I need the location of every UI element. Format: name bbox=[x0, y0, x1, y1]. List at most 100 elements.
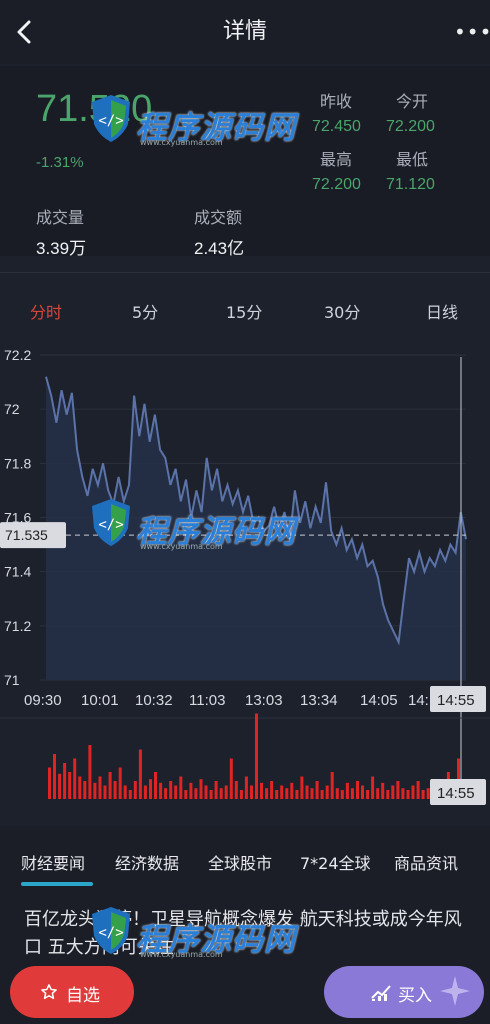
volume-bar bbox=[356, 781, 359, 799]
tab-5min[interactable]: 5分 bbox=[132, 299, 158, 323]
volume-bar bbox=[285, 788, 289, 799]
add-favorite-button[interactable]: 自选 bbox=[10, 966, 134, 1018]
volume-bar bbox=[229, 758, 233, 799]
y-tick-label: 71 bbox=[4, 672, 20, 688]
tab-intraday[interactable]: 分时 bbox=[30, 299, 62, 323]
volume-bar bbox=[401, 788, 405, 799]
tab-30min[interactable]: 30分 bbox=[324, 299, 360, 323]
low-label: 最低 bbox=[396, 150, 429, 169]
x-tick-label: 11:03 bbox=[189, 692, 225, 709]
volume-bar bbox=[290, 782, 294, 799]
y-tick-label: 71.2 bbox=[4, 618, 31, 634]
top-bar: 详情 ••• bbox=[0, 0, 490, 64]
volume-bar bbox=[396, 781, 400, 799]
price-area bbox=[46, 376, 466, 680]
volume-bar bbox=[58, 773, 62, 799]
x-tick-label: 13:34 bbox=[300, 692, 338, 709]
volume-bar bbox=[376, 788, 380, 799]
news-tab-economy[interactable]: 经济数据 bbox=[115, 850, 179, 874]
volume-bar bbox=[310, 788, 314, 799]
low-stat: 最低 71.120 bbox=[386, 146, 435, 194]
open-value: 72.200 bbox=[386, 118, 435, 135]
trend-chart-icon bbox=[371, 985, 391, 1001]
volume-bar bbox=[83, 781, 87, 799]
volume-bar bbox=[73, 758, 77, 799]
volume-cursor-label: 14:55 bbox=[437, 785, 475, 802]
volume-bar bbox=[68, 772, 72, 799]
news-tab-finance[interactable]: 财经要闻 bbox=[21, 850, 85, 874]
volume-bar bbox=[224, 785, 228, 799]
volume-bar bbox=[159, 782, 163, 799]
prev-close-value: 72.450 bbox=[312, 118, 361, 135]
volume-bar bbox=[391, 785, 395, 799]
more-options-icon[interactable]: ••• bbox=[454, 22, 490, 42]
volume-bar bbox=[305, 785, 309, 799]
current-price: 71.520 bbox=[36, 88, 153, 130]
volume-bar bbox=[371, 776, 375, 799]
high-label: 最高 bbox=[320, 150, 353, 169]
volume-bar bbox=[184, 790, 188, 799]
volume-bar bbox=[88, 745, 92, 799]
reference-label: 71.535 bbox=[5, 527, 48, 543]
y-tick-label: 71.8 bbox=[4, 455, 31, 471]
volume-bar bbox=[330, 772, 334, 799]
volume-bar bbox=[361, 785, 364, 799]
volume-bar bbox=[255, 713, 258, 799]
volume-bar bbox=[63, 763, 67, 799]
volume-bar bbox=[123, 785, 127, 799]
x-tick-label: 09:30 bbox=[24, 692, 62, 709]
volume-bar bbox=[53, 754, 56, 799]
news-tab-7x24[interactable]: 7*24全球 bbox=[300, 850, 371, 874]
volume-bar bbox=[98, 776, 102, 799]
x-tick-label: 13:03 bbox=[245, 692, 283, 709]
y-tick-label: 72.2 bbox=[4, 347, 31, 363]
favorite-label: 自选 bbox=[66, 986, 100, 1006]
x-tick-label: 10:32 bbox=[135, 692, 173, 709]
volume-bar bbox=[386, 790, 390, 799]
open-label: 今开 bbox=[396, 92, 429, 111]
volume-bar bbox=[426, 788, 430, 799]
volume-bar bbox=[219, 788, 223, 799]
intraday-chart[interactable]: 72.2 72 71.8 71.6 71.4 71.2 71 71.535 09:30 10:01… bbox=[0, 333, 490, 811]
volume-bar bbox=[214, 781, 218, 799]
volume-bar bbox=[315, 781, 319, 799]
quote-panel: 71.520 -1.31% 昨收 72.450 今开 72.200 最高 72.… bbox=[0, 66, 490, 259]
volume-bar bbox=[350, 788, 354, 799]
volume-bar bbox=[204, 785, 208, 799]
volume-bar bbox=[209, 790, 213, 799]
y-tick-label: 72 bbox=[4, 401, 20, 417]
sparkle-icon bbox=[440, 976, 470, 1006]
news-tab-global-stocks[interactable]: 全球股市 bbox=[208, 850, 272, 874]
news-headline[interactable]: 百亿龙头涨停！卫星导航概念爆发 航天科技或成今年风口 五大方向可关注 bbox=[24, 906, 464, 962]
turnover-value: 2.43亿 bbox=[194, 239, 245, 258]
volume-bar bbox=[179, 776, 183, 799]
page-title: 详情 bbox=[222, 19, 267, 44]
volume-bar bbox=[250, 785, 253, 799]
buy-label: 买入 bbox=[398, 986, 432, 1006]
tab-15min[interactable]: 15分 bbox=[226, 299, 262, 323]
low-value: 71.120 bbox=[386, 176, 435, 193]
x-tick-label: 14: bbox=[408, 692, 429, 709]
volume-bar bbox=[103, 785, 107, 799]
news-tab-commodities[interactable]: 商品资讯 bbox=[394, 850, 458, 874]
volume-bar bbox=[93, 782, 97, 799]
high-value: 72.200 bbox=[312, 176, 361, 193]
volume-bar bbox=[189, 782, 193, 799]
volume-bar bbox=[48, 767, 51, 799]
volume-bar bbox=[138, 749, 142, 799]
volume-bar bbox=[320, 790, 324, 799]
volume-value: 3.39万 bbox=[36, 239, 87, 258]
volume-bar bbox=[244, 776, 248, 799]
volume-bar bbox=[234, 781, 238, 799]
volume-bar bbox=[108, 772, 112, 799]
intraday-chart-svg: 72.27271.871.671.471.27171.53509:30 10:01… bbox=[0, 347, 490, 805]
volume-stat: 成交量 3.39万 bbox=[36, 204, 86, 259]
prev-close-stat: 昨收 72.450 bbox=[312, 88, 361, 136]
x-tick-label: 14:05 bbox=[360, 692, 398, 709]
volume-bar bbox=[275, 790, 279, 799]
tab-daily[interactable]: 日线 bbox=[426, 299, 458, 323]
buy-button[interactable]: 买入 bbox=[324, 966, 484, 1018]
change-percent: -1.31% bbox=[36, 154, 84, 171]
turnover-label: 成交额 bbox=[194, 208, 243, 227]
x-tick-label: 10:01 bbox=[81, 692, 119, 709]
